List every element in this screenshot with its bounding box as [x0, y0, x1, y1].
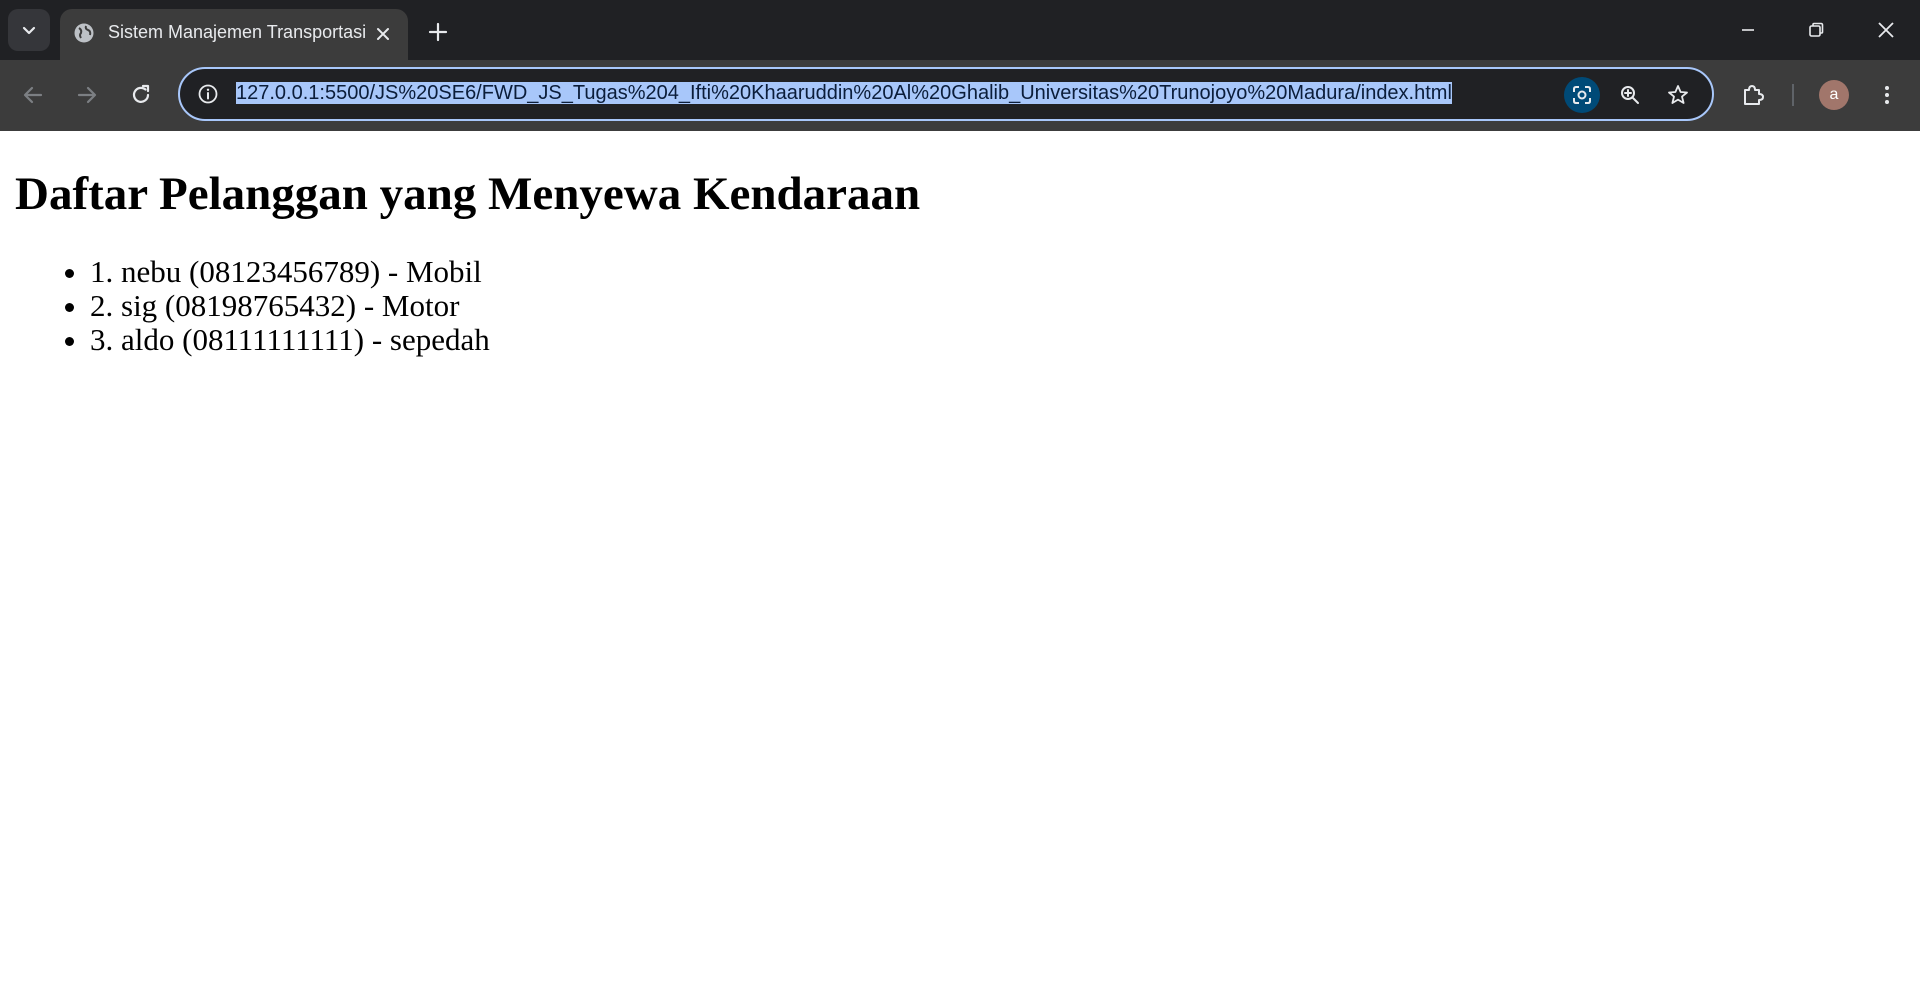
tab-strip: Sistem Manajemen Transportasi — [0, 0, 1920, 60]
zoom-icon — [1621, 86, 1639, 104]
zoom-button[interactable] — [1612, 77, 1648, 113]
close-icon — [1878, 22, 1894, 38]
toolbar-separator — [1792, 84, 1794, 106]
bookmark-button[interactable] — [1660, 77, 1696, 113]
back-button[interactable] — [14, 76, 52, 114]
tab-search-button[interactable] — [8, 9, 50, 51]
reload-icon — [132, 84, 150, 103]
forward-button[interactable] — [68, 76, 106, 114]
restore-icon — [1809, 22, 1824, 37]
tab-active[interactable]: Sistem Manajemen Transportasi — [60, 9, 408, 60]
customer-list: 1. nebu (08123456789) - Mobil 2. sig (08… — [90, 255, 490, 357]
site-info-button[interactable] — [192, 78, 224, 110]
star-icon — [1668, 85, 1688, 104]
tab-close-button[interactable] — [370, 21, 396, 47]
new-tab-button[interactable] — [420, 14, 456, 50]
browser-chrome: Sistem Manajemen Transportasi 127.0.0.1:… — [0, 0, 1920, 131]
plus-icon — [428, 22, 448, 42]
list-item: 2. sig (08198765432) - Motor — [90, 289, 490, 323]
minimize-icon — [1742, 29, 1754, 31]
extensions-button[interactable] — [1734, 76, 1772, 114]
chevron-down-icon — [22, 26, 36, 35]
google-lens-button[interactable] — [1564, 77, 1600, 113]
google-lens-icon — [1573, 86, 1591, 104]
reload-button[interactable] — [122, 76, 160, 114]
restore-button[interactable] — [1788, 8, 1844, 52]
url-text[interactable]: 127.0.0.1:5500/JS%20SE6/FWD_JS_Tugas%204… — [236, 82, 1452, 105]
arrow-left-icon — [23, 86, 43, 104]
puzzle-icon — [1744, 85, 1764, 105]
profile-avatar[interactable]: a — [1819, 80, 1849, 110]
page-content: Daftar Pelanggan yang Menyewa Kendaraan … — [0, 131, 1920, 1008]
url-selected-text: 127.0.0.1:5500/JS%20SE6/FWD_JS_Tugas%204… — [236, 82, 1452, 104]
info-icon — [198, 84, 218, 104]
kebab-menu-icon — [1885, 86, 1889, 104]
page-title: Daftar Pelanggan yang Menyewa Kendaraan — [15, 168, 921, 220]
browser-menu-button[interactable] — [1868, 76, 1906, 114]
list-item: 3. aldo (08111111111) - sepedah — [90, 323, 490, 357]
list-item: 1. nebu (08123456789) - Mobil — [90, 255, 490, 289]
close-window-button[interactable] — [1858, 8, 1914, 52]
address-bar[interactable]: 127.0.0.1:5500/JS%20SE6/FWD_JS_Tugas%204… — [178, 67, 1714, 121]
tab-title: Sistem Manajemen Transportasi — [108, 22, 367, 42]
globe-icon — [72, 21, 96, 45]
close-icon — [377, 28, 389, 40]
minimize-button[interactable] — [1720, 8, 1776, 52]
arrow-right-icon — [77, 86, 97, 104]
